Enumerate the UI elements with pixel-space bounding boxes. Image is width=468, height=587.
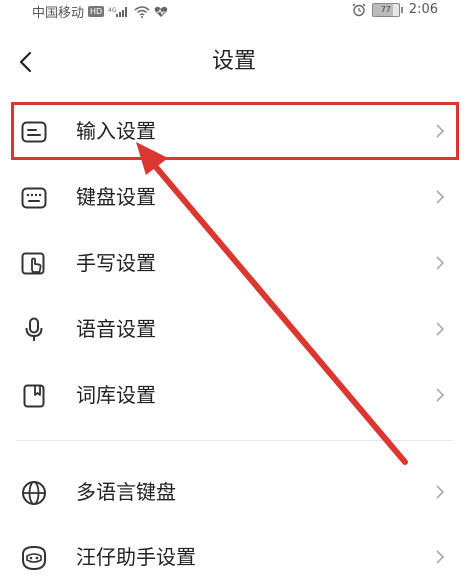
settings-row-label: 语音设置 [76, 317, 156, 341]
dictionary-icon [20, 382, 48, 410]
settings-row-label: 汪仔助手设置 [76, 545, 196, 569]
settings-row-label: 键盘设置 [76, 185, 156, 209]
section-divider [16, 440, 452, 441]
settings-row-assistant[interactable]: 汪仔助手设置 [0, 527, 468, 587]
settings-row-label: 词库设置 [76, 383, 156, 407]
microphone-icon [20, 316, 48, 344]
settings-row-label: 输入设置 [76, 119, 156, 143]
app-header: 设置 [0, 40, 468, 84]
settings-row-voice[interactable]: 语音设置 [0, 299, 468, 359]
heart-icon [154, 6, 168, 18]
chevron-right-icon [432, 387, 448, 403]
clock: 2:06 [408, 2, 438, 17]
signal-label: 4G [108, 7, 117, 14]
settings-row-multilanguage[interactable]: 多语言键盘 [0, 462, 468, 522]
status-right: 77 2:06 [352, 2, 438, 17]
globe-icon [20, 479, 48, 507]
battery-level: 77 [380, 4, 391, 14]
chevron-right-icon [432, 484, 448, 500]
settings-row-handwriting[interactable]: 手写设置 [0, 233, 468, 293]
carrier-label: 中国移动 [32, 6, 85, 21]
status-bar: 中国移动 HD 4G 77 2:06 [0, 0, 468, 24]
assistant-icon [20, 544, 48, 572]
page-title: 设置 [211, 49, 256, 74]
wifi-icon [134, 5, 150, 18]
hd-icon: HD [88, 6, 105, 17]
chevron-right-icon [432, 255, 448, 271]
settings-row-label: 手写设置 [76, 251, 156, 275]
keyboard-icon [20, 184, 48, 212]
chevron-right-icon [432, 549, 448, 565]
input-box-icon [20, 118, 48, 146]
alarm-icon [352, 3, 366, 17]
settings-row-keyboard[interactable]: 键盘设置 [0, 167, 468, 227]
signal-icon: 4G [108, 6, 130, 18]
chevron-right-icon [432, 189, 448, 205]
handwriting-icon [20, 250, 48, 278]
status-left: 中国移动 HD 4G [32, 2, 168, 21]
chevron-right-icon [432, 321, 448, 337]
battery-icon: 77 [371, 2, 403, 17]
chevron-right-icon [432, 123, 448, 139]
settings-row-input[interactable]: 输入设置 [0, 101, 468, 161]
settings-row-label: 多语言键盘 [76, 480, 176, 504]
settings-row-dictionary[interactable]: 词库设置 [0, 365, 468, 425]
